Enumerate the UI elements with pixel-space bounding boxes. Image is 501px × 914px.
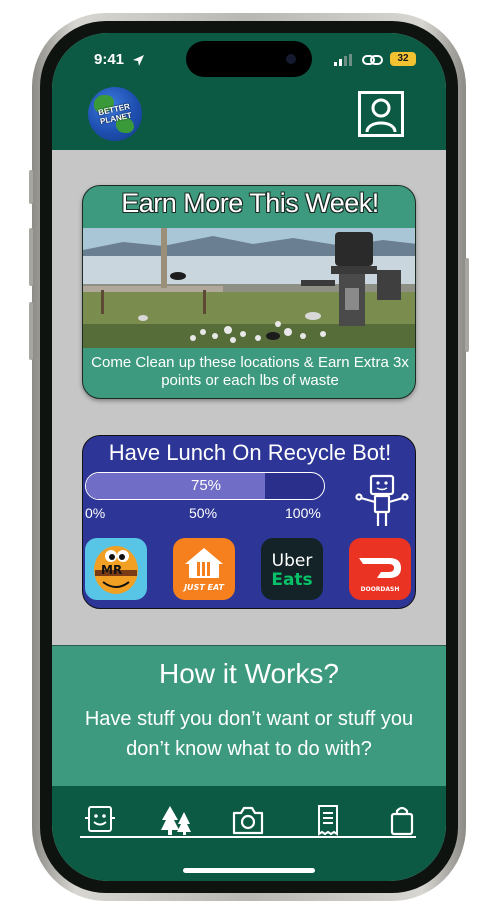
earn-more-title: Earn More This Week! [121, 188, 379, 218]
link-icon [362, 55, 383, 65]
just-eat-logo: JUST EAT [182, 548, 224, 592]
recycle-bot-lunch-card[interactable]: Have Lunch On Recycle Bot! 75% 0% 50% 10… [82, 435, 416, 609]
svg-text:DOORDASH: DOORDASH [361, 586, 400, 593]
svg-text:Uber: Uber [272, 551, 313, 571]
svg-text:MR: MR [101, 563, 122, 577]
signal-icon [334, 54, 352, 66]
mr-d-logo: MR [94, 546, 138, 594]
profile-button[interactable] [358, 91, 404, 137]
battery-indicator: 32 [390, 52, 416, 66]
earn-more-card[interactable]: Earn More This Week! Come Clean up these… [82, 185, 416, 399]
how-it-works-section: How it Works? Have stuff you don’t want … [52, 645, 446, 786]
volume-up-button [29, 228, 33, 286]
status-time: 9:41 [94, 51, 125, 68]
home-indicator[interactable] [183, 868, 315, 873]
better-planet-logo[interactable]: BETTER PLANET [88, 87, 142, 141]
recycle-bot-icon [355, 474, 409, 526]
beach-cleanup-image [83, 228, 415, 348]
tick-100: 100% [285, 505, 321, 521]
trees-icon[interactable] [158, 804, 194, 836]
earn-more-description: Come Clean up these locations & Earn Ext… [91, 354, 409, 389]
app-screen: 9:41 32 BETTER PLANET Earn More This Wee… [52, 33, 446, 881]
mr-d-app-icon[interactable]: MR [85, 538, 147, 600]
robot-icon[interactable] [82, 804, 118, 836]
tick-0: 0% [85, 505, 106, 521]
location-arrow-icon [133, 55, 144, 66]
how-it-works-text: Have stuff you don’t want or stuff you d… [84, 708, 414, 760]
shopping-bag-icon[interactable] [384, 804, 420, 836]
svg-text:Eats: Eats [271, 570, 312, 590]
receipt-icon[interactable] [310, 804, 346, 836]
volume-down-button [29, 302, 33, 360]
bottom-nav [52, 786, 446, 881]
doordash-app-icon[interactable]: DOORDASH [349, 538, 411, 600]
power-button [465, 258, 469, 352]
progress-label: 75% [190, 477, 222, 494]
lunch-progress-bar: 75% [85, 472, 325, 500]
lunch-title: Have Lunch On Recycle Bot! [108, 440, 392, 465]
svg-text:JUST EAT: JUST EAT [182, 583, 224, 592]
tick-50: 50% [189, 505, 218, 521]
camera-icon[interactable] [230, 804, 266, 836]
action-button [29, 170, 33, 204]
uber-eats-app-icon[interactable]: Uber Eats [261, 538, 323, 600]
user-profile-icon [365, 98, 397, 133]
front-camera [286, 54, 296, 64]
beach-cleanup-photo [83, 228, 415, 348]
just-eat-app-icon[interactable]: JUST EAT [173, 538, 235, 600]
doordash-logo: DOORDASH [359, 558, 401, 593]
how-it-works-title: How it Works? [159, 658, 339, 689]
nav-underline [80, 836, 416, 838]
dynamic-island [186, 41, 312, 77]
uber-eats-logo: Uber Eats [271, 551, 313, 590]
app-header: 9:41 32 BETTER PLANET [52, 33, 446, 150]
